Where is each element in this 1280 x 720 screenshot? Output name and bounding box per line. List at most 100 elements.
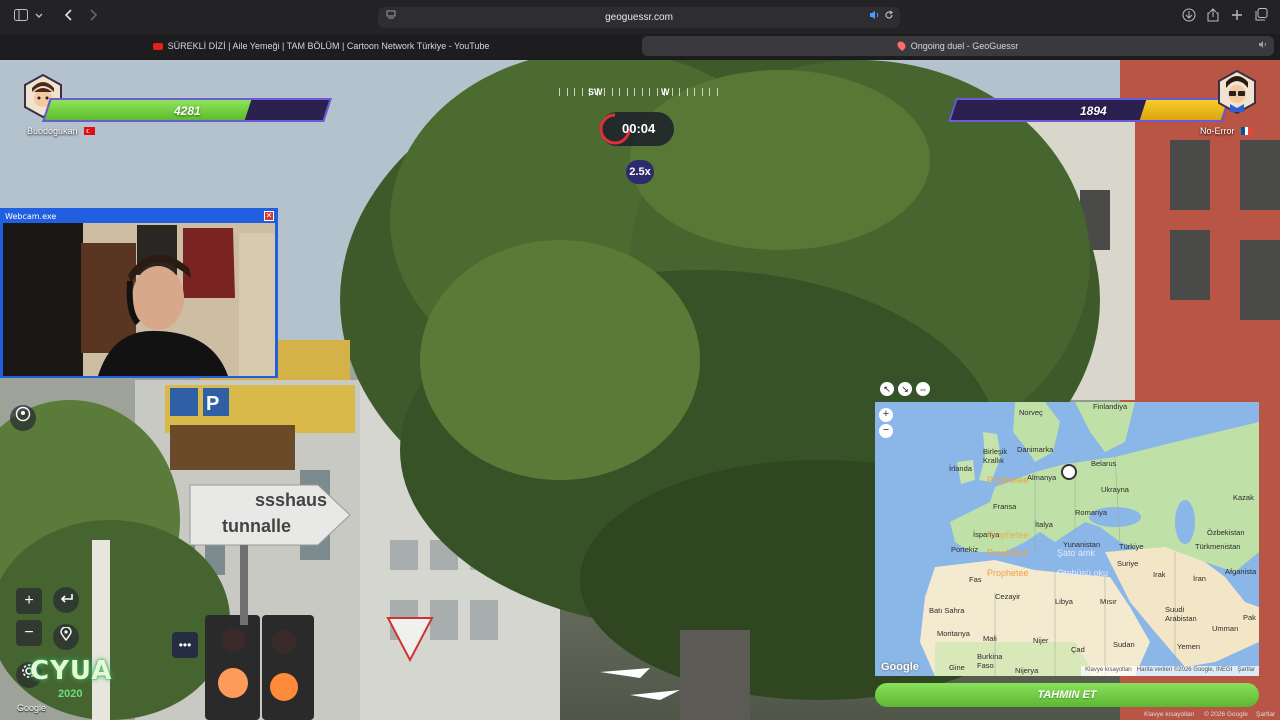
compass-tick [634, 88, 635, 96]
webcam-title: Webcam.exe [5, 212, 57, 221]
tab-label: Ongoing duel - GeoGuessr [910, 41, 1019, 51]
webcam-feed [3, 223, 275, 376]
map-label: Belarus [1091, 459, 1117, 468]
compass-tick [559, 88, 560, 96]
map-zoom-out-button[interactable]: − [879, 424, 893, 438]
map-footer: Klavye kısayolları Harita verileri ©2026… [1081, 666, 1259, 676]
map-label: Ukrayna [1101, 485, 1129, 494]
map-label: Fransa [993, 502, 1017, 511]
map-overlay-text: Prophetee [987, 475, 1029, 485]
compass-tick [686, 88, 688, 96]
compass-tick [566, 88, 568, 96]
map-label: İrlanda [949, 464, 972, 473]
reader-icon[interactable] [386, 7, 396, 28]
return-to-start-icon[interactable] [53, 624, 79, 650]
map-label: Fas [969, 575, 982, 584]
map-terms-link[interactable]: Şartlar [1237, 667, 1255, 673]
compass-tick [671, 88, 673, 96]
map-google-logo: Google [881, 661, 919, 673]
sidebar-icon[interactable] [12, 8, 30, 26]
tab-bar: SÜREKLİ DİZİ | Aile Yemeği | TAM BÖLÜM |… [0, 34, 1280, 58]
map-label: İran [1193, 574, 1206, 583]
map-label: Moritanya [937, 629, 970, 638]
shrink-map-icon[interactable]: ↘ [898, 382, 912, 396]
zoom-in-button[interactable]: + [16, 588, 42, 614]
svg-text:P: P [206, 393, 219, 415]
tab-audio-icon[interactable] [1258, 36, 1268, 56]
new-tab-icon[interactable] [1228, 8, 1246, 26]
browser-toolbar: geoguessr.com [0, 0, 1280, 34]
player1-health-value: 4281 [174, 104, 201, 118]
compass-tick [709, 88, 710, 96]
player2-name: No-Error [1200, 126, 1253, 136]
tab-geoguessr[interactable]: Ongoing duel - GeoGuessr [642, 36, 1274, 56]
keyboard-shortcuts-link[interactable]: Klavye kısayolları [1144, 711, 1195, 718]
compass-tick [656, 88, 658, 96]
reload-icon[interactable] [884, 7, 894, 28]
map-zoom-in-button[interactable]: + [879, 408, 893, 422]
zoom-out-button[interactable]: − [16, 620, 42, 646]
player1-name: Buodogukan [27, 126, 96, 136]
map-data-text: Harita verileri ©2026 Google, INEGI [1136, 667, 1233, 673]
map-label: Libya [1055, 597, 1073, 606]
stream-logo-year: 2020 [58, 688, 83, 700]
close-icon[interactable]: ✕ [264, 211, 274, 221]
map-label: Umman [1212, 624, 1239, 633]
damage-multiplier-badge: 2.5x [626, 160, 654, 184]
compass-tick [619, 88, 620, 96]
back-icon[interactable] [60, 8, 78, 26]
location-pin-icon [895, 39, 907, 52]
download-icon[interactable] [1180, 8, 1198, 26]
more-options-icon[interactable]: ••• [172, 632, 198, 658]
terms-link[interactable]: Şartlar [1256, 711, 1275, 718]
map-label: Suriye [1117, 559, 1139, 568]
tab-youtube[interactable]: SÜREKLİ DİZİ | Aile Yemeği | TAM BÖLÜM |… [6, 36, 636, 56]
share-icon[interactable] [1204, 8, 1222, 26]
tab-overview-icon[interactable] [1252, 8, 1270, 26]
round-timer: 00:04 [599, 112, 674, 146]
map-terrain [875, 402, 1259, 676]
compass-tick [611, 88, 613, 96]
url-text: geoguessr.com [605, 12, 673, 23]
address-bar[interactable]: geoguessr.com [378, 7, 900, 28]
compass-tick [649, 88, 650, 96]
forward-icon[interactable] [84, 8, 102, 26]
map-label: Afganista [1225, 567, 1257, 576]
map-overlay-text: Prophetee [987, 568, 1029, 578]
compass-tick [574, 88, 575, 96]
guess-map[interactable]: Finlandiya Norveç Danimarka Birleşik Kra… [875, 402, 1259, 676]
map-label: Batı Sahra [929, 606, 965, 615]
pin-map-icon[interactable]: ⇔ [916, 382, 930, 396]
google-logo: Google [17, 703, 47, 713]
map-label: İtalya [1035, 520, 1053, 529]
street-sign-text: tunnalle [222, 516, 292, 536]
map-label: Gine [949, 663, 965, 672]
audio-icon[interactable] [869, 7, 880, 28]
map-label: Suudi Arabistan [1165, 605, 1197, 623]
player2-health-value: 1894 [1080, 104, 1107, 118]
map-label: Çad [1071, 645, 1085, 654]
guess-marker-icon[interactable] [1061, 464, 1077, 480]
map-label: Nijer [1033, 636, 1049, 645]
map-label: Sudan [1113, 640, 1135, 649]
undo-move-icon[interactable] [53, 587, 79, 613]
copyright-text: © 2026 Google [1204, 711, 1248, 718]
compass-tick [701, 88, 703, 96]
map-shortcuts-link[interactable]: Klavye kısayolları [1085, 667, 1132, 673]
compass-tick [581, 88, 583, 96]
tab-label: SÜREKLİ DİZİ | Aile Yemeği | TAM BÖLÜM |… [167, 41, 490, 51]
chat-icon[interactable] [10, 405, 36, 431]
player2-name-text: No-Error [1200, 126, 1235, 136]
map-label: Pak [1243, 613, 1256, 622]
map-label: Özbekistan [1207, 528, 1245, 537]
map-label: Cezayir [995, 592, 1021, 601]
webcam-window[interactable]: Webcam.exe ✕ [0, 208, 278, 378]
expand-map-icon[interactable]: ↖ [880, 382, 894, 396]
map-label: Türkiye [1119, 542, 1144, 551]
map-label: Nijerya [1015, 666, 1039, 675]
compass-tick [604, 88, 605, 96]
chevron-down-icon[interactable] [30, 8, 48, 26]
guess-button[interactable]: TAHMIN ET [875, 683, 1259, 707]
map-label: Romanya [1075, 508, 1108, 517]
stream-logo: CYUA [30, 656, 113, 686]
